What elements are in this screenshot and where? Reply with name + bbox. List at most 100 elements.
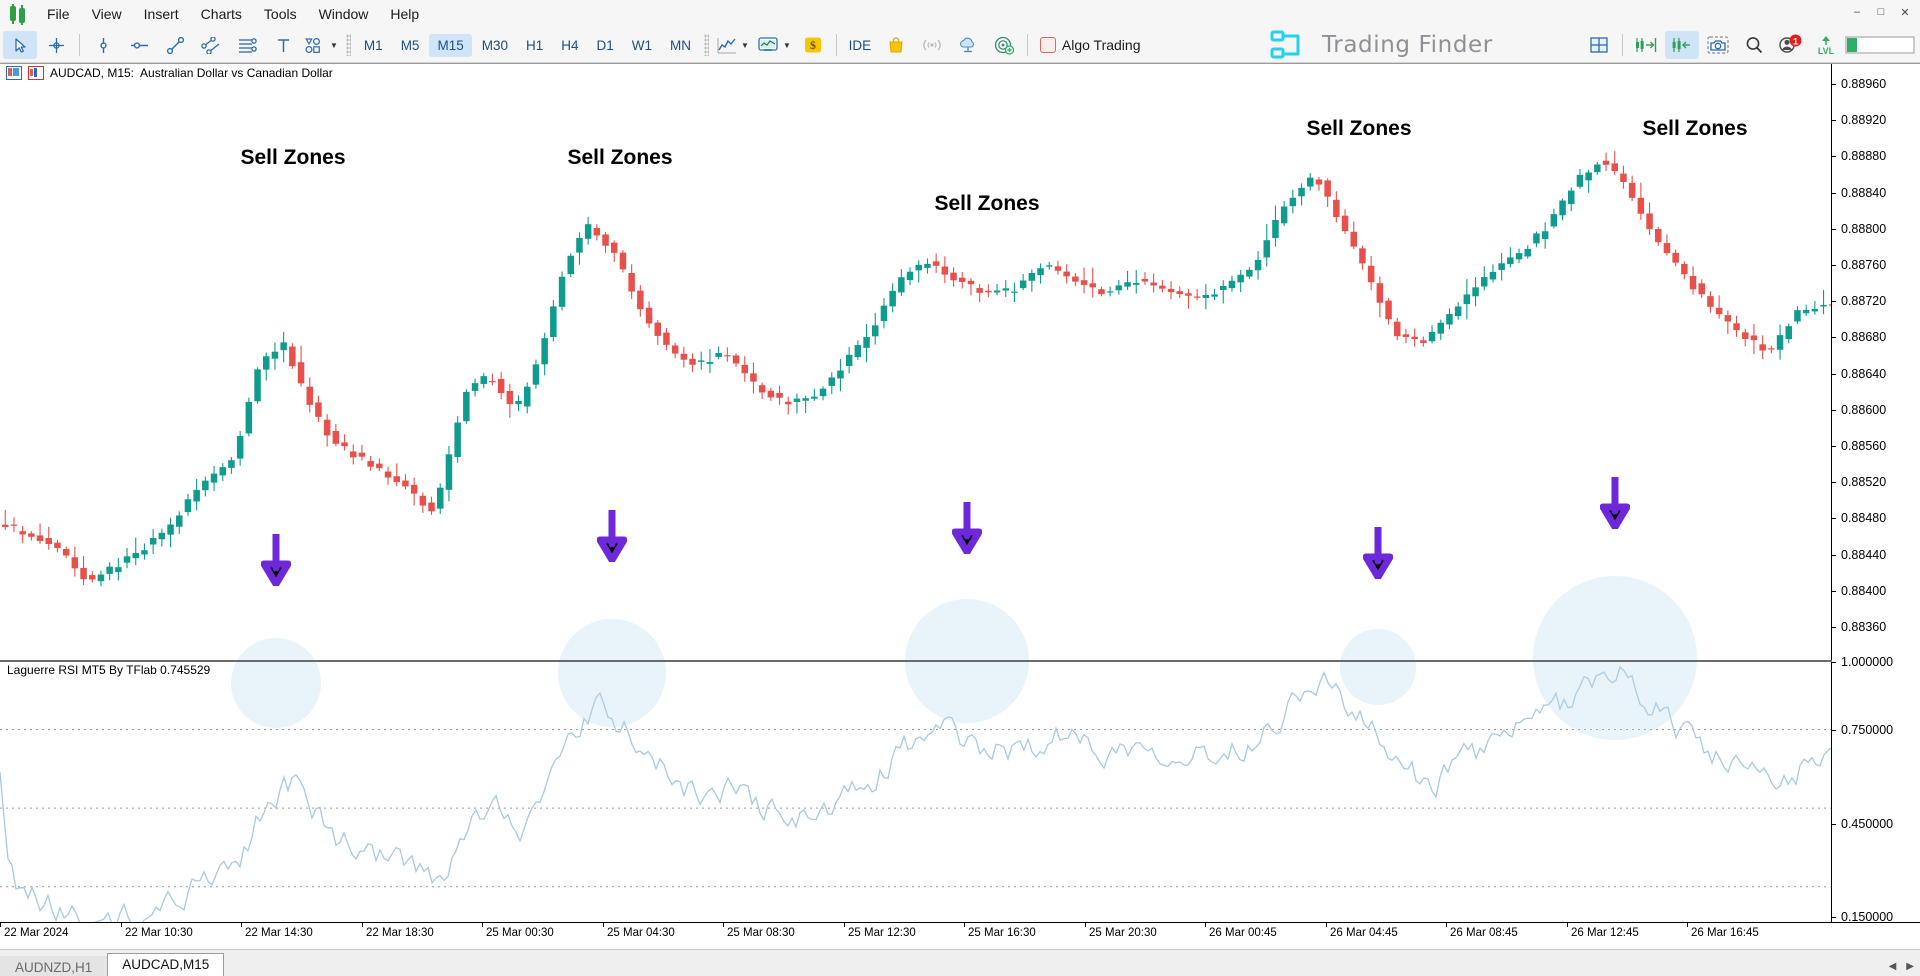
- copy-signal-button[interactable]: [987, 31, 1021, 59]
- chevron-down-icon[interactable]: ▼: [330, 41, 338, 50]
- ide-button[interactable]: IDE: [843, 31, 877, 59]
- shapes-tool-button[interactable]: ▼: [302, 31, 341, 59]
- indicator-tick: [1832, 662, 1836, 663]
- level-indicator[interactable]: LVL: [1809, 31, 1843, 59]
- close-button[interactable]: ✕: [1894, 2, 1916, 22]
- pane-divider[interactable]: [0, 660, 1832, 662]
- time-tick-label: 26 Mar 16:45: [1691, 927, 1759, 939]
- price-tick: [1832, 156, 1836, 157]
- text-tool-button[interactable]: [266, 31, 300, 59]
- notifications-button[interactable]: 1: [1773, 31, 1807, 59]
- price-axis[interactable]: 0.889600.889200.888800.888400.888000.887…: [1831, 64, 1920, 923]
- timeframe-h4[interactable]: H4: [553, 34, 586, 57]
- time-tick: [0, 923, 1, 927]
- price-tick-label: 0.88520: [1841, 475, 1886, 489]
- autoscroll-button[interactable]: $: [796, 31, 830, 59]
- vps-button[interactable]: [951, 31, 985, 59]
- timeframe-w1[interactable]: W1: [624, 34, 660, 57]
- minimize-button[interactable]: –: [1846, 2, 1868, 22]
- templates-button[interactable]: ▼: [754, 31, 794, 59]
- chart-canvas[interactable]: [0, 64, 1832, 923]
- timeframe-d1[interactable]: D1: [589, 34, 622, 57]
- fibonacci-tool-button[interactable]: [230, 31, 264, 59]
- timeframe-m1[interactable]: M1: [356, 34, 391, 57]
- time-tick-label: 26 Mar 12:45: [1571, 927, 1639, 939]
- shift-chart-left-button[interactable]: [1665, 31, 1699, 59]
- menu-item-tools[interactable]: Tools: [253, 3, 308, 25]
- vertical-line-tool-button[interactable]: [86, 31, 120, 59]
- crosshair-tool-button[interactable]: [39, 31, 73, 59]
- notification-count: 1: [1793, 37, 1798, 47]
- trading-finder-brand: Trading Finder: [1268, 28, 1493, 62]
- chart-tab-audnzd-h1[interactable]: AUDNZD,H1: [0, 956, 107, 976]
- time-tick-label: 25 Mar 16:30: [968, 927, 1036, 939]
- signals-broadcast-icon: [921, 36, 943, 54]
- algo-trading-label: Algo Trading: [1062, 37, 1141, 53]
- toolbar-separator-1: [79, 34, 80, 56]
- timeframe-h1[interactable]: H1: [518, 34, 551, 57]
- chart-tab-audcad-m15[interactable]: AUDCAD,M15: [107, 953, 224, 976]
- time-tick-label: 25 Mar 04:30: [607, 927, 675, 939]
- window-controls: – □ ✕: [1846, 2, 1916, 22]
- menu-item-view[interactable]: View: [81, 3, 133, 25]
- price-tick-label: 0.88440: [1841, 548, 1886, 562]
- time-tick-label: 26 Mar 00:45: [1209, 927, 1277, 939]
- market-button[interactable]: [879, 31, 913, 59]
- price-tick: [1832, 120, 1836, 121]
- price-tick: [1832, 482, 1836, 483]
- timeframe-m30[interactable]: M30: [474, 34, 516, 57]
- channel-tool-button[interactable]: [194, 31, 228, 59]
- time-tick-label: 26 Mar 08:45: [1450, 927, 1518, 939]
- chart-type-button[interactable]: ▼: [714, 31, 752, 59]
- timeframe-m5[interactable]: M5: [393, 34, 428, 57]
- tile-windows-button[interactable]: [1582, 31, 1616, 59]
- menu-item-window[interactable]: Window: [308, 3, 380, 25]
- shift-chart-right-button[interactable]: [1629, 31, 1663, 59]
- chart-header: AUDCAD, M15: Australian Dollar vs Canadi…: [0, 64, 333, 82]
- tab-scroll-left-button[interactable]: ◀: [1889, 961, 1897, 972]
- price-tick-label: 0.88560: [1841, 439, 1886, 453]
- algo-trading-button[interactable]: Algo Trading: [1034, 31, 1147, 59]
- time-tick: [121, 923, 122, 927]
- connection-status-bar[interactable]: [1845, 31, 1915, 59]
- trendline-tool-button[interactable]: [158, 31, 192, 59]
- search-button[interactable]: [1737, 31, 1771, 59]
- cursor-tool-button[interactable]: [3, 31, 37, 59]
- maximize-button[interactable]: □: [1870, 2, 1892, 22]
- vertical-line-icon: [95, 37, 112, 54]
- time-tick-label: 25 Mar 12:30: [848, 927, 916, 939]
- toolbar-separator-4: [1622, 34, 1623, 56]
- toolbar-grip-1[interactable]: [346, 34, 351, 56]
- price-tick: [1832, 518, 1836, 519]
- timeframe-m15[interactable]: M15: [429, 34, 471, 57]
- time-tick: [1567, 923, 1568, 927]
- time-tick: [964, 923, 965, 927]
- menu-item-insert[interactable]: Insert: [133, 3, 190, 25]
- toolbar-grip-2[interactable]: [704, 34, 709, 56]
- chevron-down-icon[interactable]: ▼: [741, 41, 749, 50]
- menu-item-charts[interactable]: Charts: [190, 3, 253, 25]
- tab-scroll-right-button[interactable]: ▶: [1906, 961, 1914, 972]
- chevron-down-icon[interactable]: ▼: [783, 41, 791, 50]
- time-tick-label: 22 Mar 14:30: [245, 927, 313, 939]
- price-tick-label: 0.88720: [1841, 294, 1886, 308]
- time-axis[interactable]: 22 Mar 202422 Mar 10:3022 Mar 14:3022 Ma…: [0, 922, 1920, 949]
- time-tick-label: 25 Mar 08:30: [727, 927, 795, 939]
- screenshot-button[interactable]: [1701, 31, 1735, 59]
- menu-item-help[interactable]: Help: [379, 3, 430, 25]
- timeframe-mn[interactable]: MN: [662, 34, 699, 57]
- time-tick: [723, 923, 724, 927]
- indicator-tick-label: 0.750000: [1841, 723, 1893, 737]
- horizontal-line-tool-button[interactable]: [122, 31, 156, 59]
- price-tick: [1832, 555, 1836, 556]
- chart-template-icon: [757, 36, 779, 54]
- indicator-tick: [1832, 917, 1836, 918]
- time-tick: [1085, 923, 1086, 927]
- menu-item-file[interactable]: File: [36, 3, 81, 25]
- tile-windows-icon: [1589, 36, 1609, 54]
- chart-area[interactable]: AUDCAD, M15: Australian Dollar vs Canadi…: [0, 63, 1920, 949]
- metatrader-window: File View Insert Charts Tools Window Hel…: [0, 0, 1920, 976]
- chart-plot[interactable]: [0, 64, 1832, 923]
- lvl-icon: LVL: [1815, 34, 1837, 56]
- signals-button[interactable]: [915, 31, 949, 59]
